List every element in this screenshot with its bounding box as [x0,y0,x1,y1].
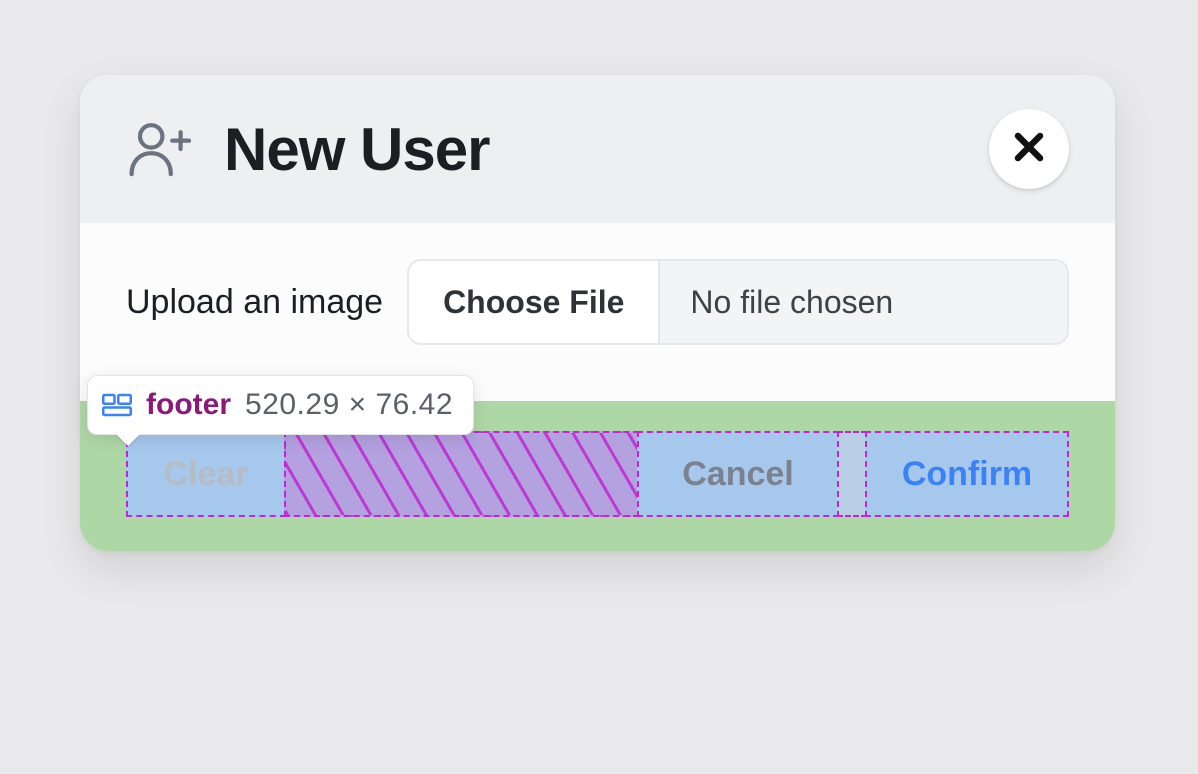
confirm-button[interactable]: Confirm [865,431,1069,517]
choose-file-button[interactable]: Choose File [409,261,660,343]
clear-button[interactable]: Clear [126,431,286,517]
new-user-dialog: New User Upload an image Choose File No … [80,75,1115,551]
inspect-tag-name: footer [146,388,231,422]
dialog-header: New User [80,75,1115,223]
dialog-title: New User [224,115,989,184]
flex-container-icon [102,393,132,417]
file-status-text: No file chosen [660,261,1067,343]
close-button[interactable] [989,109,1069,189]
devtools-inspect-tooltip: footer 520.29 × 76.42 [87,375,474,435]
footer-flex-gap [837,431,867,517]
add-user-icon [126,121,196,177]
upload-label: Upload an image [126,283,383,322]
footer-flex-spacer [284,431,639,517]
close-icon [1010,128,1048,171]
inspect-dimensions: 520.29 × 76.42 [245,388,453,422]
cancel-button[interactable]: Cancel [637,431,839,517]
file-input[interactable]: Choose File No file chosen [407,259,1069,345]
